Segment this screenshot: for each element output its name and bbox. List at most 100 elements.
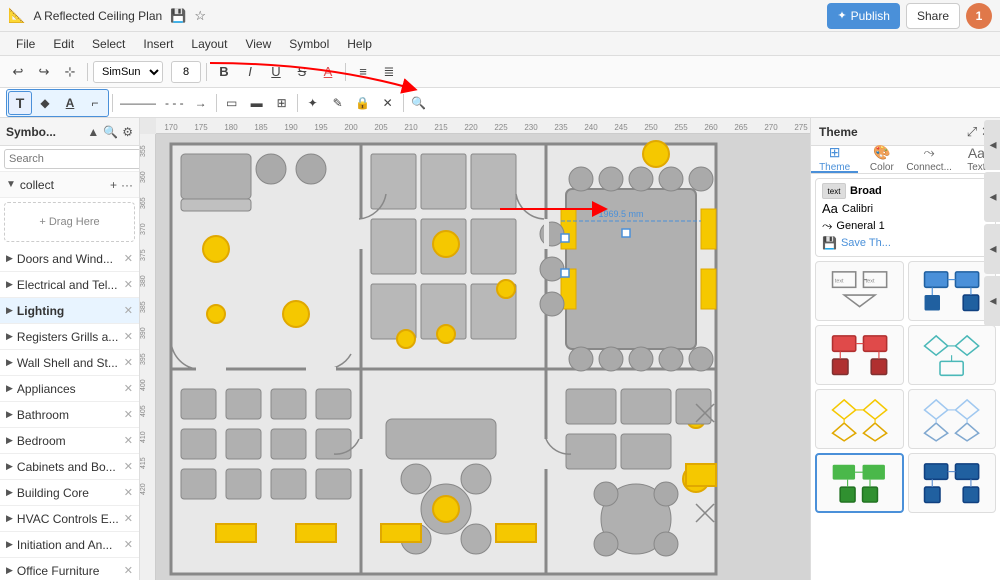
shape-grid-button[interactable]: ⊞ bbox=[270, 91, 294, 115]
floor-plan-canvas[interactable]: 1969.5 mm bbox=[166, 139, 726, 579]
collect-more-icon[interactable]: ··· bbox=[121, 178, 133, 192]
right-edge-tab-4[interactable]: ▶ bbox=[984, 276, 1000, 326]
menu-view[interactable]: View bbox=[237, 35, 279, 53]
italic-button[interactable]: I bbox=[238, 60, 262, 84]
font-size-input[interactable] bbox=[171, 61, 201, 83]
undo-button[interactable]: ↩ bbox=[6, 60, 30, 84]
ruler-corner bbox=[140, 118, 156, 134]
connection-icon: ⤳ bbox=[822, 218, 832, 234]
strikethrough-button[interactable]: S bbox=[290, 60, 314, 84]
line-arrow-button[interactable]: → bbox=[189, 91, 213, 115]
sidebar-item-office[interactable]: ▶ Office Furniture ✕ bbox=[0, 558, 139, 580]
svg-text:text: text bbox=[865, 278, 874, 284]
theme-item-teal[interactable] bbox=[908, 325, 997, 385]
menu-select[interactable]: Select bbox=[84, 35, 133, 53]
sun-button[interactable]: ✦ bbox=[301, 91, 325, 115]
align-left-button[interactable]: ≡ bbox=[351, 60, 375, 84]
sidebar-item-bedroom[interactable]: ▶ Bedroom ✕ bbox=[0, 428, 139, 454]
collect-add-icon[interactable]: + bbox=[110, 178, 117, 192]
right-edge-tab-2[interactable]: ▶ bbox=[984, 172, 1000, 222]
tab-color[interactable]: 🎨 Color bbox=[858, 146, 905, 173]
line-format-button[interactable]: A bbox=[58, 91, 82, 115]
sidebar-item-doors[interactable]: ▶ Doors and Wind... ✕ bbox=[0, 246, 139, 272]
text-format-button[interactable]: T bbox=[8, 91, 32, 115]
theme-item-green[interactable] bbox=[815, 453, 904, 513]
sidebar-item-electrical[interactable]: ▶ Electrical and Tel... ✕ bbox=[0, 272, 139, 298]
tab-connect[interactable]: ⤳ Connect... bbox=[906, 146, 953, 173]
right-panel-expand-icon[interactable]: ⤢ bbox=[967, 124, 977, 140]
close-format-button[interactable]: ✕ bbox=[376, 91, 400, 115]
svg-text:text: text bbox=[835, 278, 844, 284]
drag-area: + Drag Here bbox=[4, 202, 135, 242]
align-right-button[interactable]: ≣ bbox=[377, 60, 401, 84]
shape-rect2-button[interactable]: ▬ bbox=[245, 91, 269, 115]
publish-button[interactable]: ✦ Publish bbox=[827, 3, 900, 29]
sidebar-item-wall-shell[interactable]: ▶ Wall Shell and St... ✕ bbox=[0, 350, 139, 376]
menu-file[interactable]: File bbox=[8, 35, 43, 53]
theme-item-default[interactable]: text text bbox=[815, 261, 904, 321]
save-icon[interactable]: 💾 bbox=[170, 8, 186, 24]
sidebar-item-hvac[interactable]: ▶ HVAC Controls E... ✕ bbox=[0, 506, 139, 532]
line-dash-button[interactable]: - - - bbox=[161, 91, 188, 115]
symbol-panel-title: Symbo... bbox=[6, 125, 83, 139]
underline-button[interactable]: U bbox=[264, 60, 288, 84]
sidebar-item-lighting[interactable]: ▶ Lighting ✕ bbox=[0, 298, 139, 324]
format-sep-4 bbox=[403, 94, 404, 112]
connect-tab-icon: ⤳ bbox=[924, 144, 935, 161]
line-solid-button[interactable]: ——— bbox=[116, 91, 160, 115]
toolbar-separator-2 bbox=[206, 63, 207, 81]
right-panel-header: Theme ⤢ ✕ bbox=[811, 118, 1000, 146]
fill-format-button[interactable]: ◆ bbox=[33, 91, 57, 115]
canvas-area[interactable]: 170 175 180 185 190 195 200 205 210 215 … bbox=[140, 118, 810, 580]
search-row bbox=[0, 146, 139, 172]
theme-item-yellow[interactable] bbox=[815, 389, 904, 449]
title-bar: 📐 A Reflected Ceiling Plan 💾 ☆ ✦ Publish… bbox=[0, 0, 1000, 32]
broad-text-preview: text bbox=[822, 183, 846, 199]
menu-layout[interactable]: Layout bbox=[183, 35, 235, 53]
tab-theme[interactable]: ⊞ Theme bbox=[811, 146, 858, 173]
edit-button[interactable]: ✎ bbox=[326, 91, 350, 115]
main-layout: Symbo... ▲ 🔍 ⚙ ▼ collect + ··· + Drag He… bbox=[0, 118, 1000, 580]
sidebar-item-registers[interactable]: ▶ Registers Grills a... ✕ bbox=[0, 324, 139, 350]
user-avatar[interactable]: 1 bbox=[966, 3, 992, 29]
menu-symbol[interactable]: Symbol bbox=[281, 35, 337, 53]
symbol-search-input[interactable] bbox=[4, 149, 140, 169]
search-format-button[interactable]: 🔍 bbox=[407, 91, 431, 115]
right-panel: Theme ⤢ ✕ ⊞ Theme 🎨 Color ⤳ Connect... A… bbox=[810, 118, 1000, 580]
bold-button[interactable]: B bbox=[212, 60, 236, 84]
symbol-settings-icon[interactable]: ⚙ bbox=[122, 125, 133, 139]
connection-label: General 1 bbox=[836, 220, 884, 232]
connector-format-button[interactable]: ⌐ bbox=[83, 91, 107, 115]
menu-insert[interactable]: Insert bbox=[135, 35, 181, 53]
star-icon[interactable]: ☆ bbox=[194, 8, 206, 24]
menu-help[interactable]: Help bbox=[339, 35, 380, 53]
redo-button[interactable]: ↪ bbox=[32, 60, 56, 84]
sidebar-item-initiation[interactable]: ▶ Initiation and An... ✕ bbox=[0, 532, 139, 558]
share-button[interactable]: Share bbox=[906, 3, 960, 29]
shape-rect-button[interactable]: ▭ bbox=[220, 91, 244, 115]
pointer-button[interactable]: ⊹ bbox=[58, 60, 82, 84]
canvas-inner[interactable]: 1969.5 mm bbox=[156, 134, 810, 580]
symbol-panel-header: Symbo... ▲ 🔍 ⚙ bbox=[0, 118, 139, 146]
symbol-expand-icon[interactable]: ▲ bbox=[87, 125, 99, 139]
sidebar-item-cabinets[interactable]: ▶ Cabinets and Bo... ✕ bbox=[0, 454, 139, 480]
sidebar-item-bathroom[interactable]: ▶ Bathroom ✕ bbox=[0, 402, 139, 428]
font-color-button[interactable]: A bbox=[316, 60, 340, 84]
right-edge-tab-3[interactable]: ▶ bbox=[984, 224, 1000, 274]
sidebar-item-appliances[interactable]: ▶ Appliances ✕ bbox=[0, 376, 139, 402]
theme-item-blue[interactable] bbox=[908, 261, 997, 321]
theme-item-darkblue[interactable] bbox=[908, 453, 997, 513]
format-toolbar: T ◆ A ⌐ ——— - - - → ▭ ▬ ⊞ ✦ ✎ 🔒 ✕ 🔍 bbox=[0, 88, 1000, 118]
toolbar-separator-1 bbox=[87, 63, 88, 81]
font-name-label: Calibri bbox=[842, 203, 873, 215]
lock-button[interactable]: 🔒 bbox=[351, 91, 375, 115]
save-theme-label[interactable]: Save Th... bbox=[841, 237, 891, 249]
theme-item-lightblue[interactable] bbox=[908, 389, 997, 449]
theme-item-red[interactable] bbox=[815, 325, 904, 385]
right-edge-tab-1[interactable]: ▶ bbox=[984, 120, 1000, 170]
sidebar-item-building-core[interactable]: ▶ Building Core ✕ bbox=[0, 480, 139, 506]
symbol-search-icon[interactable]: 🔍 bbox=[103, 125, 118, 139]
font-family-select[interactable]: SimSun Arial Calibri bbox=[93, 61, 163, 83]
menu-edit[interactable]: Edit bbox=[45, 35, 82, 53]
collect-arrow-icon: ▼ bbox=[6, 179, 16, 190]
